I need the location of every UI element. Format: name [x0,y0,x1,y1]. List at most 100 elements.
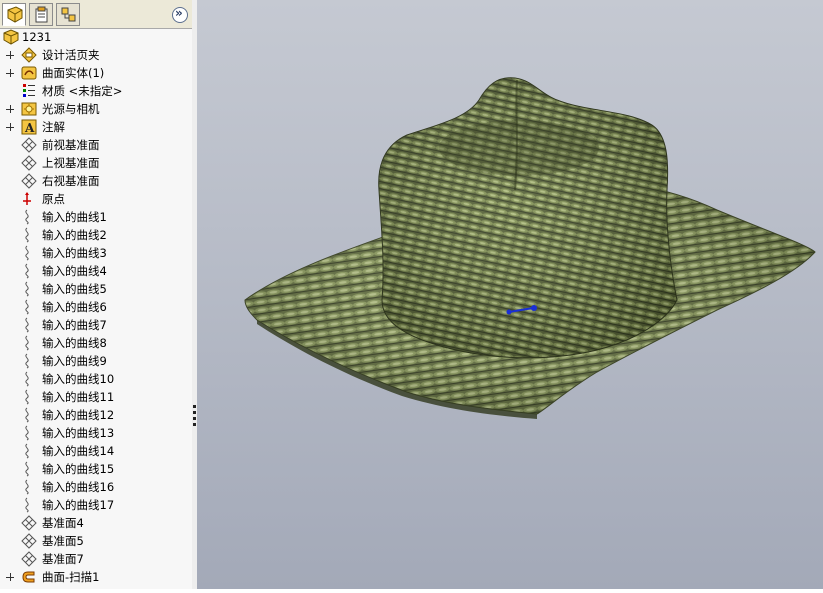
expand-panel-button[interactable]: » [172,6,188,23]
tree-item-label: 材质 <未指定> [42,84,123,98]
tree-item[interactable]: 材质 <未指定> [0,82,192,100]
svg-text:A: A [24,121,35,135]
curve-icon [25,281,29,297]
curve-icon [25,371,29,387]
tree-item-label: 原点 [42,192,65,206]
tree-item[interactable]: 输入的曲线13 [0,424,192,442]
tree-item[interactable]: 原点 [0,190,192,208]
tree-item-label: 输入的曲线2 [42,228,107,242]
graphics-viewport[interactable] [197,0,823,589]
tree-item-label: 输入的曲线14 [42,444,115,458]
tree-root-label: 1231 [22,30,52,44]
tree-item[interactable]: 输入的曲线6 [0,298,192,316]
material-icon [23,84,35,97]
tree-item[interactable]: 输入的曲线4 [0,262,192,280]
tree-item-label: 前视基准面 [42,138,100,152]
curve-icon [25,299,29,315]
property-manager-tab[interactable] [29,3,53,26]
tree-item-label: 输入的曲线3 [42,246,107,260]
curve-icon [25,443,29,459]
splitter-grip-icon[interactable] [193,405,196,427]
tree-item[interactable]: 设计活页夹 [0,46,192,64]
plane-icon [21,533,37,549]
tree-item-label: 输入的曲线16 [42,480,115,494]
curve-icon [25,263,29,279]
part-icon [3,29,19,45]
curve-icon [25,317,29,333]
expand-plus-icon[interactable] [6,123,14,131]
plane-icon [21,137,37,153]
straw-hat-model [244,77,816,419]
tree-item[interactable]: 光源与相机 [0,100,192,118]
curve-icon [25,209,29,225]
tree-item-label: 输入的曲线7 [42,318,107,332]
feature-manager-tab[interactable] [2,3,26,26]
tree-item-label: 输入的曲线1 [42,210,107,224]
tree-item-label: 输入的曲线8 [42,336,107,350]
tree-item[interactable]: 上视基准面 [0,154,192,172]
tree-item[interactable]: 输入的曲线8 [0,334,192,352]
tree-item-label: 光源与相机 [42,102,100,116]
curve-icon [25,389,29,405]
tree-item-label: 输入的曲线12 [42,408,115,422]
property-manager-icon [35,6,48,23]
tree-item[interactable]: A 注解 [0,118,192,136]
tree-item[interactable]: 输入的曲线3 [0,244,192,262]
tree-item[interactable]: 输入的曲线1 [0,208,192,226]
tree-item-label: 输入的曲线11 [42,390,115,404]
expand-plus-icon[interactable] [6,69,14,77]
tree-item-label: 输入的曲线5 [42,282,107,296]
tree-item[interactable]: 输入的曲线16 [0,478,192,496]
tree-item[interactable]: 输入的曲线10 [0,370,192,388]
tree-item[interactable]: 曲面实体(1) [0,64,192,82]
curve-icon [25,425,29,441]
plane-icon [21,173,37,189]
tree-item[interactable]: 输入的曲线9 [0,352,192,370]
tree-item[interactable]: 输入的曲线5 [0,280,192,298]
tree-item[interactable]: 右视基准面 [0,172,192,190]
curve-icon [25,461,29,477]
curve-icon [25,335,29,351]
tree-item-label: 基准面4 [42,516,84,530]
curve-icon [25,227,29,243]
tree-item-label: 基准面5 [42,534,84,548]
plane-icon [21,155,37,171]
tree-item[interactable]: 输入的曲线17 [0,496,192,514]
tree-item-label: 输入的曲线15 [42,462,115,476]
tree-item[interactable]: 基准面7 [0,550,192,568]
tree-item-label: 上视基准面 [42,156,100,170]
tree-item[interactable]: 输入的曲线7 [0,316,192,334]
curve-icon [25,353,29,369]
expand-plus-icon[interactable] [6,573,14,581]
tree-item-label: 设计活页夹 [42,48,100,62]
tree-root-part[interactable]: 1231 [0,28,192,46]
surface-bodies-icon [21,66,37,80]
tree-item[interactable]: 曲面-扫描1 [0,568,192,586]
tree-item[interactable]: 输入的曲线15 [0,460,192,478]
tree-item[interactable]: 基准面5 [0,532,192,550]
tree-item[interactable]: 输入的曲线12 [0,406,192,424]
expand-plus-icon[interactable] [6,105,14,113]
configuration-manager-tab[interactable] [56,3,80,26]
tree-item-label: 输入的曲线4 [42,264,107,278]
curve-icon [25,407,29,423]
feature-manager-icon [7,6,23,23]
plane-icon [21,515,37,531]
sweep-surface-icon [22,571,35,583]
tree-item[interactable]: 输入的曲线2 [0,226,192,244]
origin-icon [23,192,31,205]
tree-item[interactable]: 输入的曲线14 [0,442,192,460]
tree-item-label: 输入的曲线13 [42,426,115,440]
tree-item-label: 输入的曲线17 [42,498,115,512]
tree-item-label: 基准面7 [42,552,84,566]
curve-icon [25,479,29,495]
double-chevron-right-icon: » [175,6,183,20]
curve-icon [25,245,29,261]
tree-item[interactable]: 输入的曲线11 [0,388,192,406]
tree-item[interactable]: 前视基准面 [0,136,192,154]
tree-item[interactable]: 基准面4 [0,514,192,532]
configuration-manager-icon [61,7,76,22]
tree-item-label: 注解 [42,120,65,134]
tree-item-label: 输入的曲线6 [42,300,107,314]
expand-plus-icon[interactable] [6,51,14,59]
